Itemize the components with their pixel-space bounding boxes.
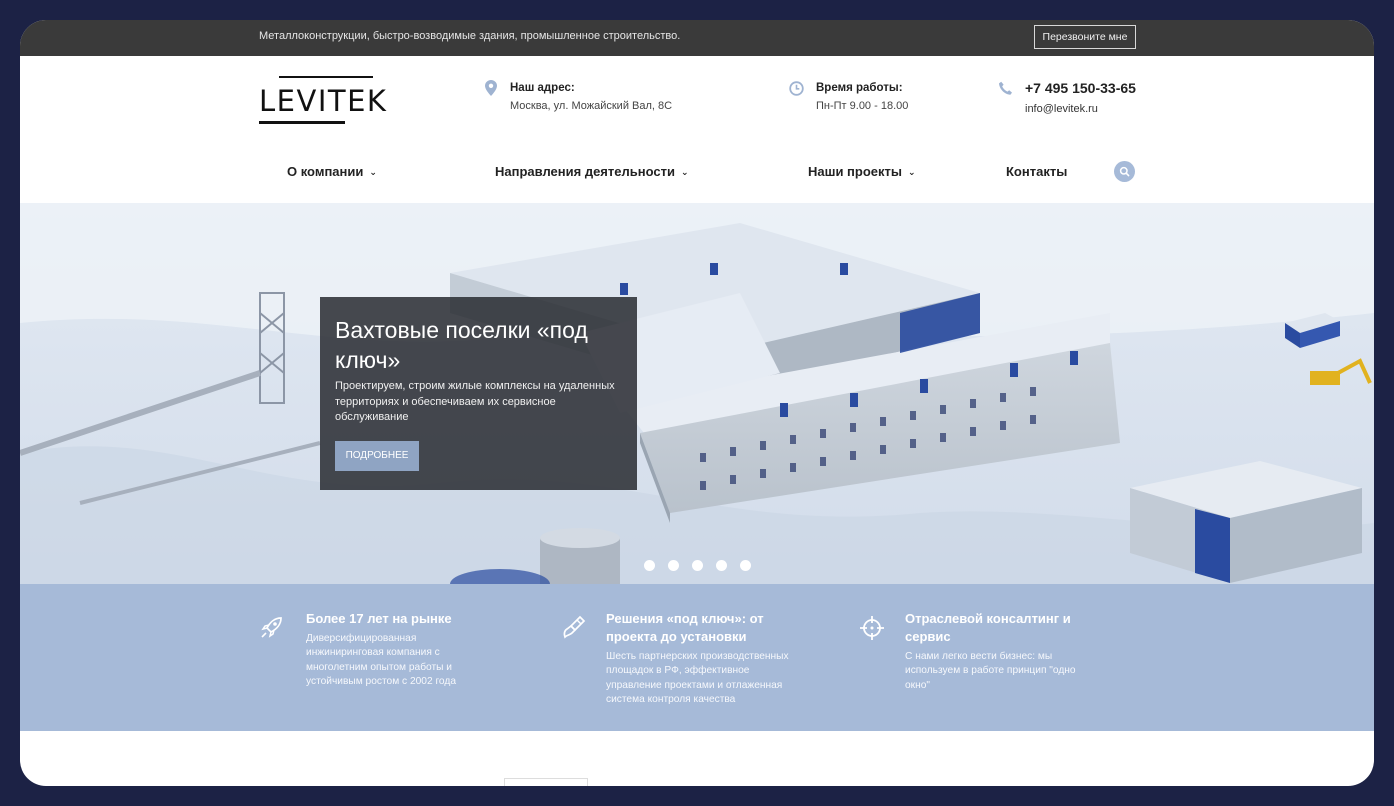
top-bar: Металлоконструкции, быстро-возводимые зд… (20, 20, 1374, 56)
hours-label: Время работы: (816, 82, 903, 94)
slider-dot[interactable] (716, 560, 727, 571)
nav-item-contacts[interactable]: Контакты (1006, 164, 1067, 179)
feature-title: Более 17 лет на рынке (306, 611, 452, 626)
address-value: Москва, ул. Можайский Вал, 8С (510, 100, 673, 112)
slide-title: Вахтовые поселки «под ключ» (335, 317, 588, 373)
address-label: Наш адрес: (510, 82, 575, 94)
email-link[interactable]: info@levitek.ru (1025, 103, 1098, 115)
hours-value: Пн-Пт 9.00 - 18.00 (816, 100, 909, 112)
next-section-heading-fragment: ‒ (259, 776, 271, 786)
feature-text: Шесть партнерских производственных площа… (606, 651, 789, 705)
logo[interactable]: LEVITEK (259, 76, 386, 124)
nav-item-directions[interactable]: Направления деятельности ⌄ (495, 164, 689, 179)
slider-dot[interactable] (644, 560, 655, 571)
tagline: Металлоконструкции, быстро-возводимые зд… (259, 30, 681, 42)
feature-text: Диверсифицированная инжиниринговая компа… (306, 633, 456, 687)
next-section-element (504, 778, 588, 786)
feature-text: С нами легко вести бизнес: мы используем… (905, 651, 1076, 691)
clock-icon (789, 81, 804, 96)
nav-item-about[interactable]: О компании ⌄ (287, 164, 377, 179)
chevron-down-icon: ⌄ (369, 167, 377, 177)
slider-dot[interactable] (740, 560, 751, 571)
browser-frame: Металлоконструкции, быстро-возводимые зд… (20, 20, 1374, 786)
hero-slider: Вахтовые поселки «под ключ» Проектируем,… (20, 203, 1374, 584)
nav-item-label: Наши проекты (808, 164, 902, 179)
feature-title: Отраслевой консалтинг и сервис (905, 611, 1071, 644)
feature-title: Решения «под ключ»: от проекта до устано… (606, 611, 764, 644)
logo-top-bar (279, 76, 373, 78)
slide-caption: Вахтовые поселки «под ключ» Проектируем,… (320, 297, 637, 490)
slide-text: Проектируем, строим жилые комплексы на у… (335, 380, 615, 423)
nav-item-label: О компании (287, 164, 364, 179)
search-button[interactable] (1114, 161, 1135, 182)
chevron-down-icon: ⌄ (908, 167, 916, 177)
search-icon (1119, 166, 1130, 177)
more-button[interactable]: ПОДРОБНЕЕ (335, 441, 419, 471)
phone-number[interactable]: +7 495 150-33-65 (1025, 80, 1136, 96)
nav-item-projects[interactable]: Наши проекты ⌄ (808, 164, 916, 179)
callback-button[interactable]: Перезвоните мне (1034, 25, 1136, 49)
nav-item-label: Контакты (1006, 164, 1068, 179)
crosshair-icon (860, 616, 884, 640)
logo-bottom-bar (259, 121, 345, 124)
rocket-icon (261, 617, 282, 638)
chevron-down-icon: ⌄ (680, 167, 689, 177)
nav-item-label: Направления деятельности (495, 164, 675, 179)
features-strip: Более 17 лет на рынке Диверсифицированна… (20, 584, 1374, 731)
map-pin-icon (485, 80, 497, 96)
slider-dot[interactable] (668, 560, 679, 571)
brush-icon (563, 615, 586, 639)
hero-background-image (20, 203, 1374, 584)
logo-text: LEVITEK (259, 84, 388, 118)
slider-dot[interactable] (692, 560, 703, 571)
phone-icon (999, 81, 1012, 95)
slider-dots (644, 560, 764, 572)
